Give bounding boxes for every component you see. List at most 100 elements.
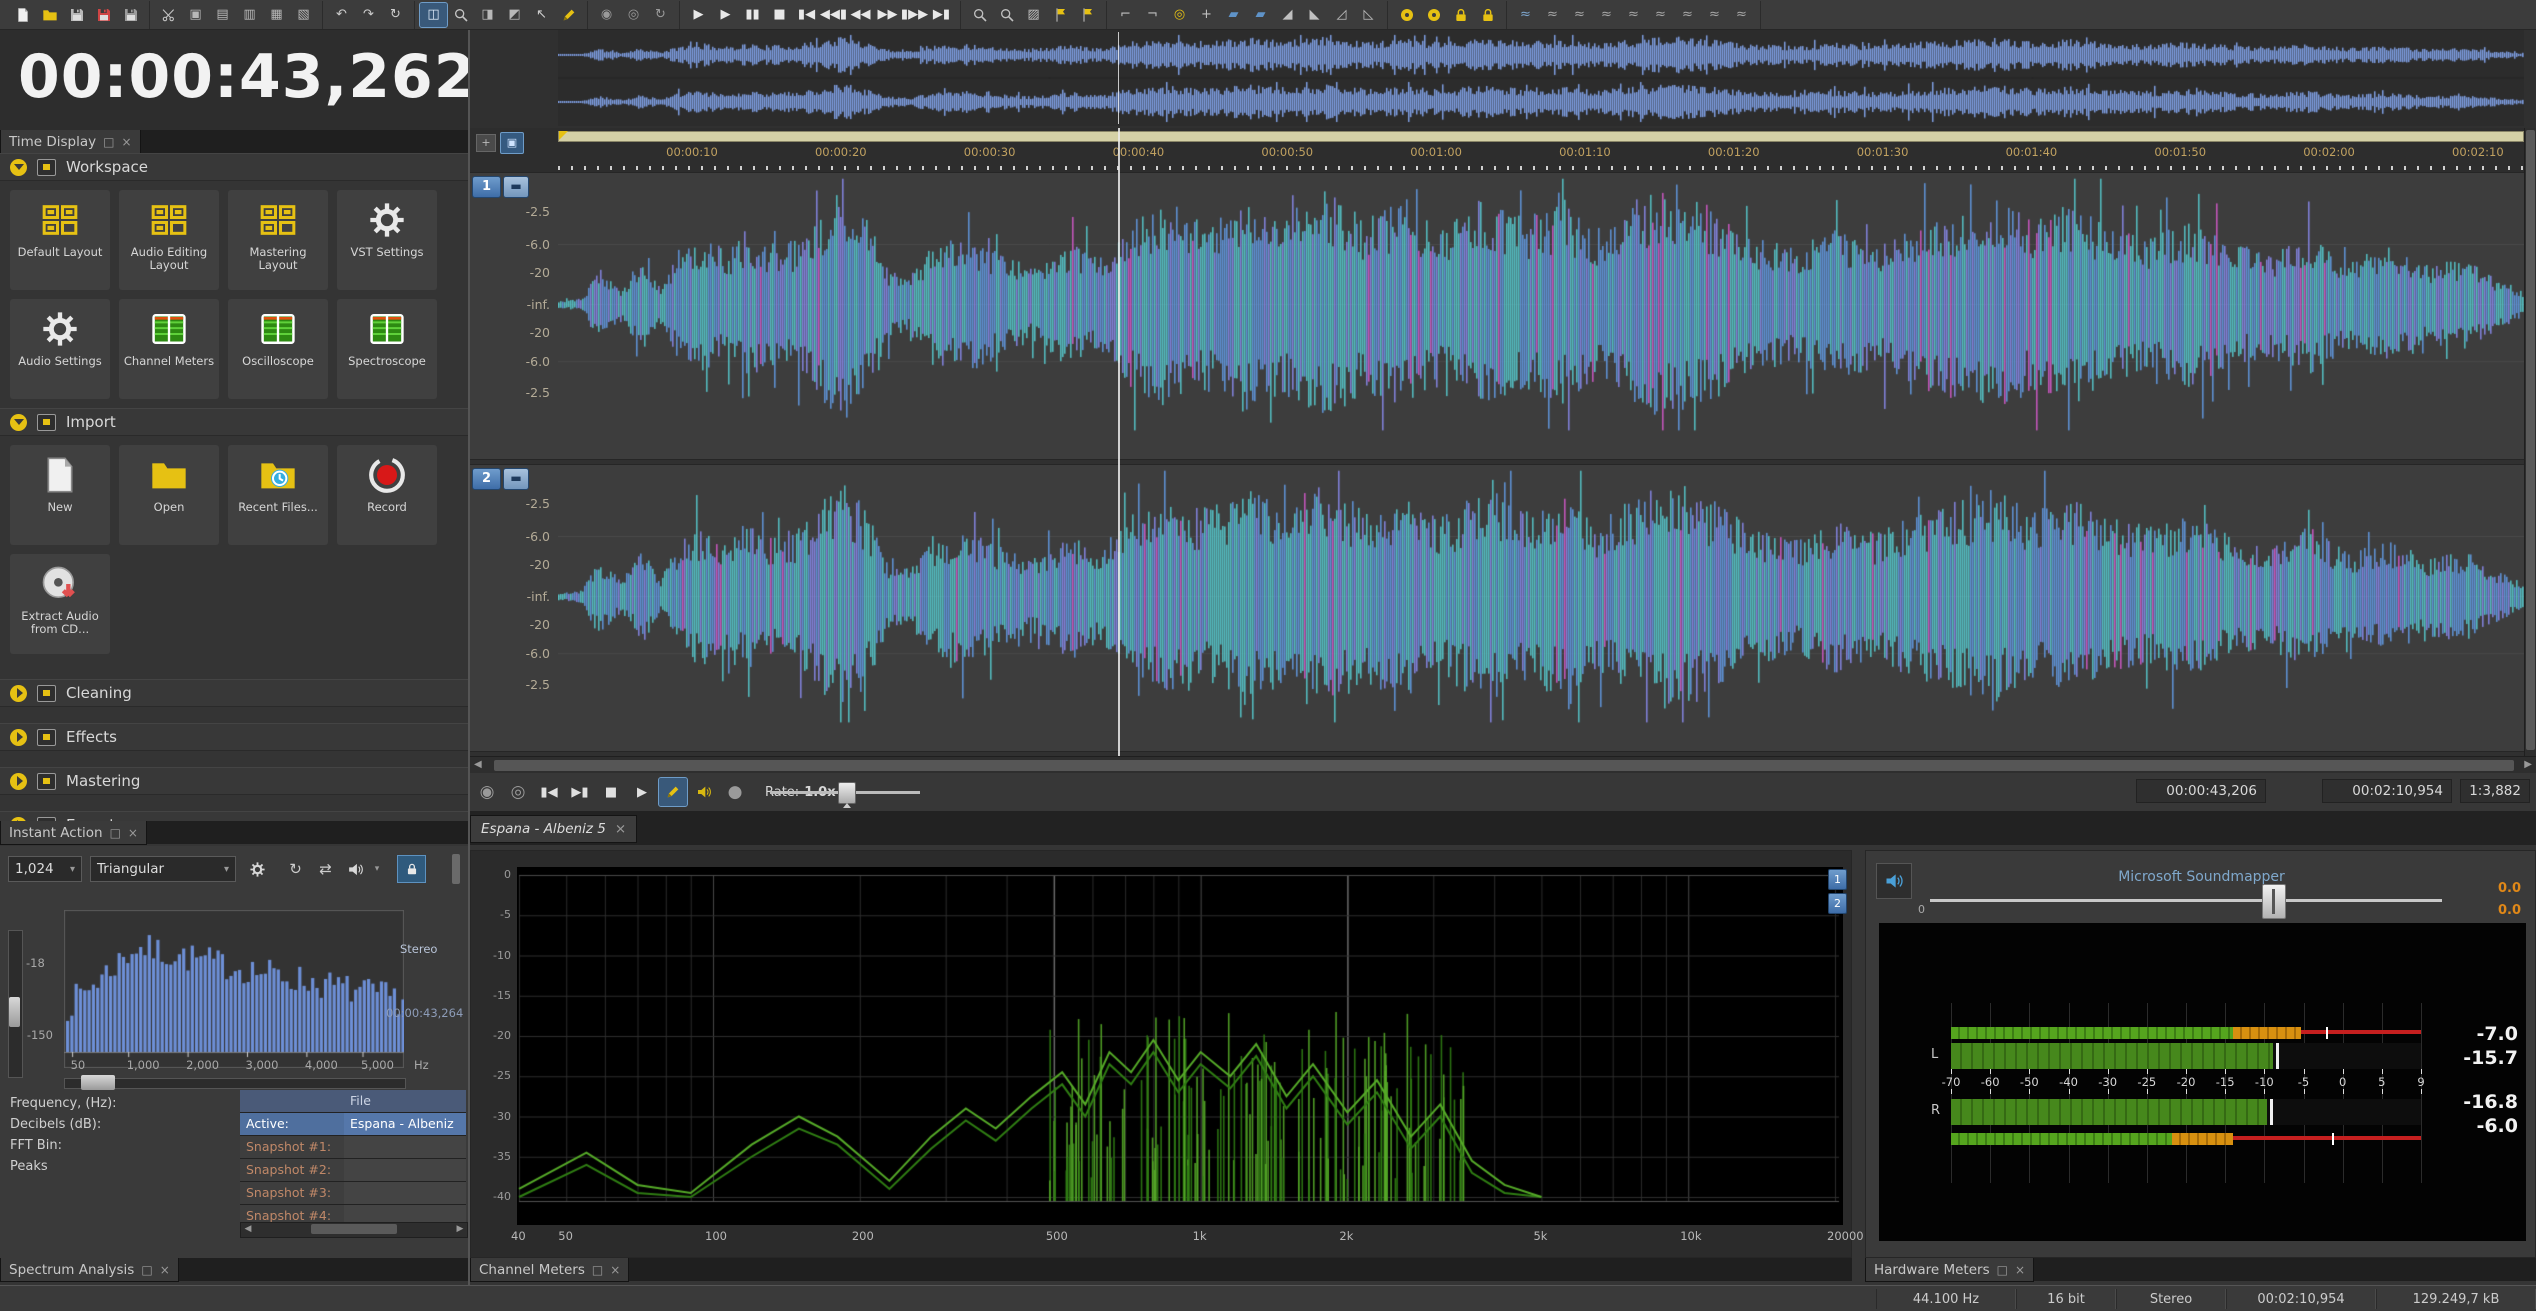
channel-1-badge[interactable]: 1 [472,176,501,198]
save-all-button[interactable] [117,3,144,27]
pencil-tool-button[interactable] [555,3,582,27]
float-icon[interactable]: □ [141,1263,152,1277]
effect-slot-3-button[interactable]: ≈ [1566,3,1593,27]
refresh-button[interactable]: ↻ [282,856,309,882]
fft-size-select[interactable]: 1,024▾ [8,856,82,882]
section-header-workspace[interactable]: Workspace [0,153,468,181]
rewind-button[interactable]: ◀◀ [847,3,874,27]
trim-button[interactable]: ▧ [290,3,317,27]
scroll-right-icon[interactable]: ▶ [2524,759,2532,770]
crossfade-a-button[interactable]: ◿ [1328,3,1355,27]
section-header-import[interactable]: Import [0,408,468,436]
next-marker-button[interactable]: ▮▶▶ [901,3,928,27]
window-function-select[interactable]: Triangular▾ [90,856,236,882]
chevron-down-icon[interactable] [10,159,27,176]
scroll-thumb[interactable] [2526,130,2535,750]
scrub-tool-button[interactable] [659,778,687,806]
channel-meters-spectrum[interactable] [517,867,1843,1225]
save-file-button[interactable] [63,3,90,27]
rate-slider-handle[interactable] [838,782,856,804]
timeline-ruler[interactable]: + ▣ 00:00:1000:00:2000:00:3000:00:4000:0… [470,128,2536,172]
monitor-volume-button[interactable] [690,778,718,806]
panel-scrollbar[interactable] [452,854,460,884]
loop-selection-bar[interactable] [558,131,2524,142]
table-row[interactable]: Snapshot #3: [240,1182,466,1205]
spectrum-h-zoom-slider[interactable] [64,1078,406,1089]
drop-region-button[interactable] [1074,3,1101,27]
ruler-menu-icon[interactable]: + [476,134,496,152]
paste-mix-button[interactable]: ▦ [263,3,290,27]
gain-slider-track[interactable] [1930,899,2442,902]
overview-waveform[interactable] [558,30,2524,126]
channel-1-collapse-button[interactable]: ▬ [503,176,529,198]
fade-out-button[interactable]: ◣ [1301,3,1328,27]
spectrum-v-zoom-slider[interactable] [8,930,23,1078]
effect-slot-4-button[interactable]: ≈ [1593,3,1620,27]
chevron-right-icon[interactable] [10,729,27,746]
repeat-action-button[interactable]: ↻ [382,3,409,27]
waveform-canvas-2[interactable] [558,465,2524,751]
statistics-button[interactable]: ◨ [474,3,501,27]
effect-slot-9-button[interactable]: ≈ [1728,3,1755,27]
loop-playback-button[interactable]: ◉ [473,778,501,806]
zoom-selection-button[interactable] [966,3,993,27]
selection-start-button[interactable]: ⌐ [1112,3,1139,27]
action-spectroscope[interactable]: Spectroscope [337,299,437,399]
new-file-button[interactable] [9,3,36,27]
batch-processor-button[interactable]: ◩ [501,3,528,27]
slider-handle[interactable] [9,997,20,1027]
waveform-v-scrollbar[interactable] [2524,128,2536,756]
chevron-right-icon[interactable] [10,773,27,790]
channel-1-toggle-button[interactable]: 1 [1828,869,1847,890]
loop-start-marker[interactable] [559,131,568,140]
scroll-left-icon[interactable]: ◀ [241,1223,255,1235]
copy-button[interactable]: ▣ [182,3,209,27]
spectrum-analyzer-chart[interactable] [64,910,404,1068]
action-channel-meters[interactable]: Channel Meters [119,299,219,399]
loop-selection-button[interactable]: ◎ [504,778,532,806]
lock-spectrum-button[interactable] [398,856,425,882]
more-options-button[interactable]: ▾ [370,856,384,882]
rip-cd-button[interactable] [1420,3,1447,27]
tab-document[interactable]: Espana - Albeniz 5× [470,815,637,843]
effect-slot-8-button[interactable]: ≈ [1701,3,1728,27]
section-header-cleaning[interactable]: Cleaning [0,679,468,707]
close-icon[interactable]: × [128,826,138,840]
pointer-tool-button[interactable]: ↖ [528,3,555,27]
float-icon[interactable]: □ [592,1263,603,1277]
table-row[interactable]: Snapshot #1: [240,1136,466,1159]
close-icon[interactable]: × [2015,1263,2025,1277]
close-icon[interactable]: × [160,1263,170,1277]
selection-end-button[interactable]: ¬ [1139,3,1166,27]
tab-channel-meters[interactable]: Channel Meters□× [470,1258,629,1282]
center-on-playhead-button[interactable]: ◎ [1166,3,1193,27]
action-open[interactable]: Open [119,445,219,545]
scroll-right-icon[interactable]: ▶ [453,1223,467,1235]
spectrum-settings-button[interactable] [244,856,271,882]
action-audio-editing-layout[interactable]: Audio Editing Layout [119,190,219,290]
effect-slot-2-button[interactable]: ≈ [1539,3,1566,27]
effect-slot-6-button[interactable]: ≈ [1647,3,1674,27]
close-icon[interactable]: × [121,135,131,149]
action-record[interactable]: Record [337,445,437,545]
waveform-canvas-1[interactable] [558,173,2524,459]
tab-time-display[interactable]: Time Display□× [0,130,141,154]
channel-2-badge[interactable]: 2 [472,468,501,490]
play-button[interactable]: ▶ [628,778,656,806]
crossfade-b-button[interactable]: ◺ [1355,3,1382,27]
record-button[interactable]: ● [721,778,749,806]
effect-slot-1-button[interactable]: ≈ [1512,3,1539,27]
action-oscilloscope[interactable]: Oscilloscope [228,299,328,399]
action-new[interactable]: New [10,445,110,545]
scroll-thumb[interactable] [311,1224,397,1234]
go-to-start-button[interactable]: ▮◀ [535,778,563,806]
slider-handle[interactable] [81,1075,115,1090]
monitor-input-button[interactable]: ◉ [593,3,620,27]
table-row[interactable]: Active:Espana - Albeniz [240,1113,466,1136]
playhead-cursor[interactable] [1118,128,1120,756]
effect-slot-7-button[interactable]: ≈ [1674,3,1701,27]
waveform-h-scrollbar[interactable]: ◀ ▶ [470,756,2536,774]
drop-marker-button[interactable] [1047,3,1074,27]
action-mastering-layout[interactable]: Mastering Layout [228,190,328,290]
paste-button[interactable]: ▤ [209,3,236,27]
